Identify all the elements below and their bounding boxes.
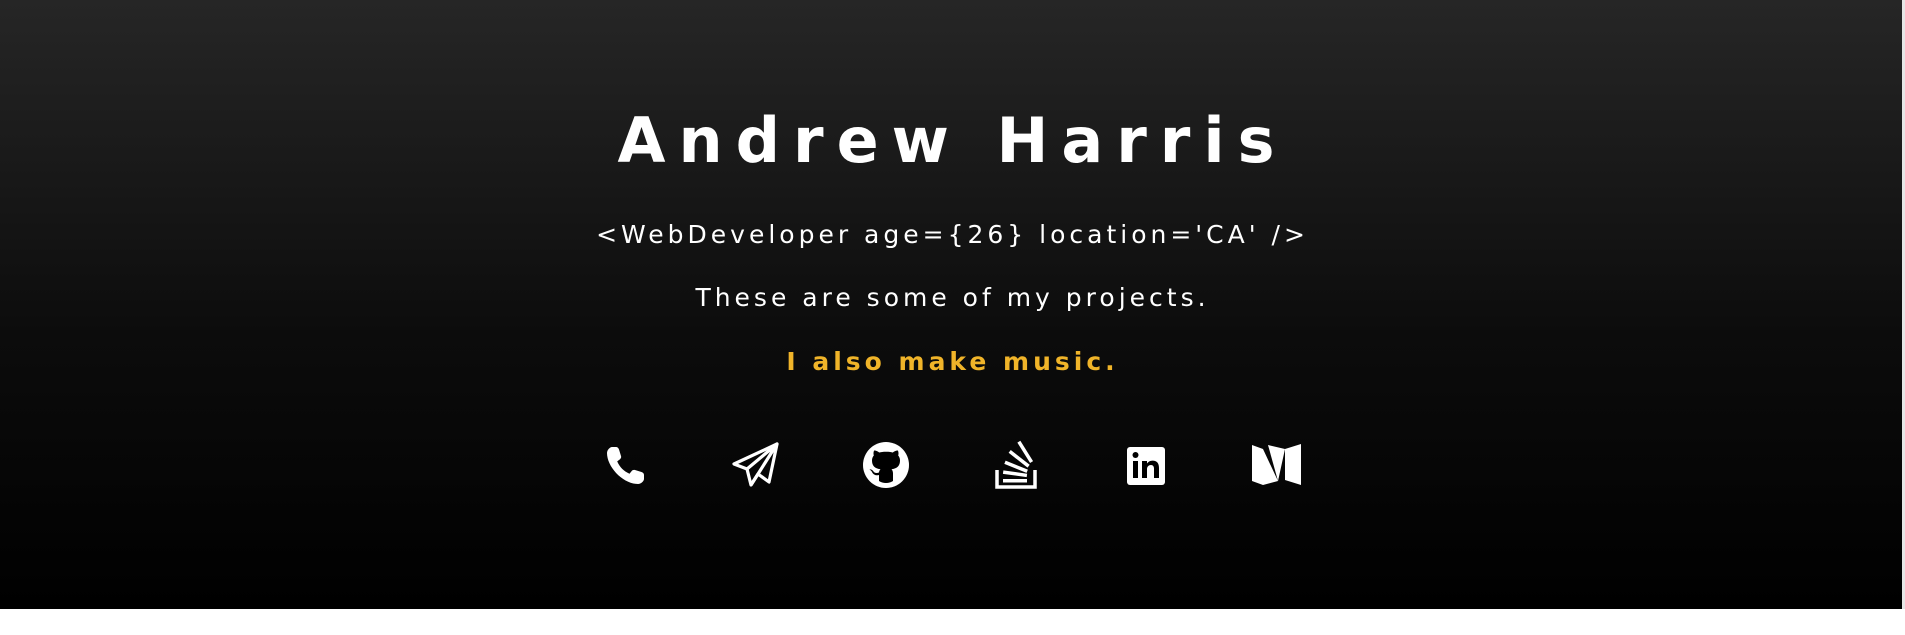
hero-section: Andrew Harris <WebDeveloper age={26} loc… (0, 0, 1905, 609)
linkedin-link[interactable] (1121, 440, 1171, 490)
projects-intro: These are some of my projects. (695, 283, 1210, 312)
social-links (0, 440, 1905, 490)
page-title: Andrew Harris (617, 104, 1288, 177)
stackoverflow-icon (991, 440, 1041, 490)
page: Andrew Harris <WebDeveloper age={26} loc… (0, 0, 1905, 635)
email-link[interactable] (731, 440, 781, 490)
github-icon (861, 440, 911, 490)
medium-icon (1251, 440, 1301, 490)
paper-plane-icon (731, 440, 781, 490)
github-link[interactable] (861, 440, 911, 490)
phone-link[interactable] (601, 440, 651, 490)
stackoverflow-link[interactable] (991, 440, 1041, 490)
phone-icon (601, 440, 651, 490)
tagline: <WebDeveloper age={26} location='CA' /> (596, 220, 1309, 249)
linkedin-icon (1121, 440, 1171, 490)
medium-link[interactable] (1251, 440, 1301, 490)
music-link[interactable]: I also make music. (0, 345, 1905, 379)
